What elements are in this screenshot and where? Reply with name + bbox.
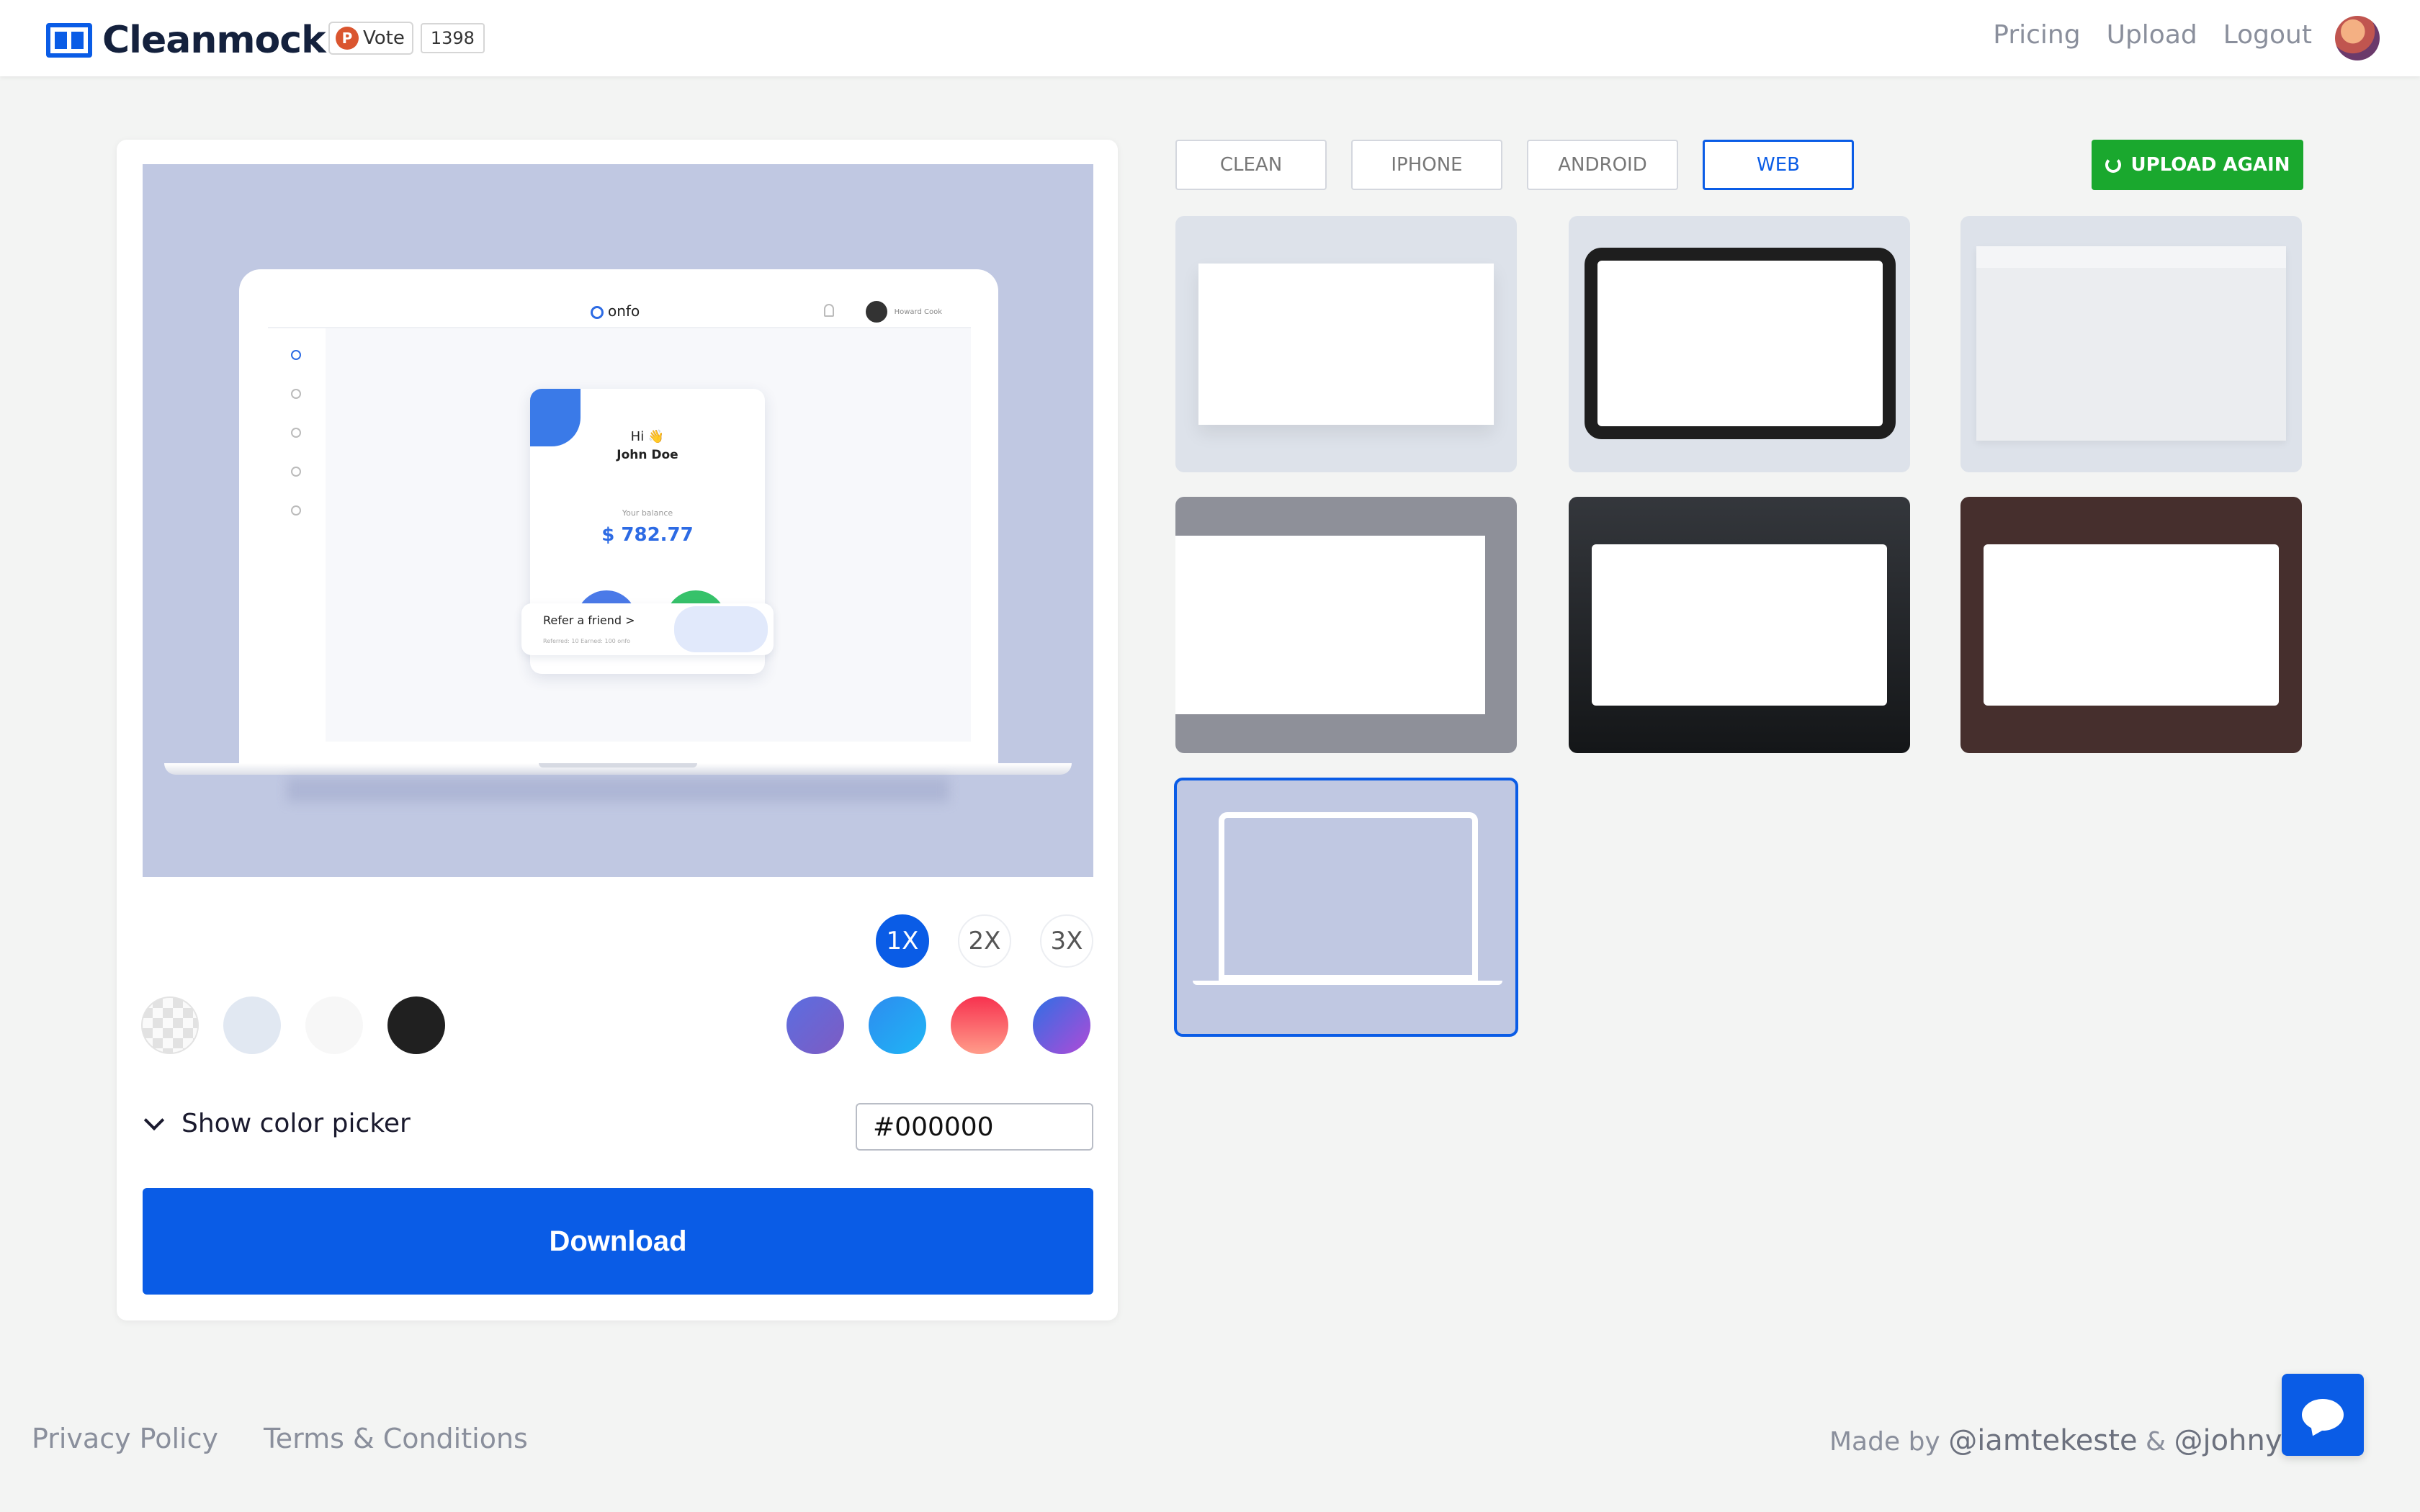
scale-2x-button[interactable]: 2X [958,914,1011,968]
template-screen [1984,544,2279,706]
swatch-transparent[interactable] [141,996,199,1054]
template-brown-frame[interactable] [1960,497,2302,753]
app-header: onfo Howard Cook [268,294,971,328]
color-picker-label: Show color picker [182,1109,411,1138]
refer-stats: Referred: 10 Earned: 100 onfo [543,638,630,644]
swatch-gradient-violet[interactable] [1033,996,1090,1054]
settings-icon [291,505,301,516]
bell-icon [824,304,834,317]
screenshot-content: onfo Howard Cook Hi 👋 John Doe Your bala… [268,294,971,742]
swatch-light-blue[interactable] [223,996,281,1054]
brand-logo[interactable]: Cleanmock [46,19,326,62]
balance-value: $ 782.77 [601,524,694,546]
vote-label: Vote [363,27,405,49]
laptop-shadow [287,778,949,802]
swatch-white[interactable] [305,996,363,1054]
cleanmock-logo-icon [46,23,92,58]
nav-upload[interactable]: Upload [2107,20,2197,50]
chevron-down-icon [143,1110,165,1130]
swatch-gradient-purple[interactable] [786,996,844,1054]
tab-android[interactable]: ANDROID [1527,140,1678,190]
template-laptop-selected[interactable] [1174,778,1518,1037]
privacy-policy-link[interactable]: Privacy Policy [32,1423,218,1454]
producthunt-badge[interactable]: P Vote 1398 [328,22,485,55]
made-by-label: Made by [1829,1427,1940,1457]
template-gray-frame[interactable] [1175,497,1517,753]
laptop-base-outline [1193,981,1502,985]
template-screen [1976,246,2286,441]
template-plain-shadow[interactable] [1175,216,1517,472]
app-user: Howard Cook [865,301,942,323]
template-tablet-black[interactable] [1569,216,1910,472]
swatch-gradient-blue[interactable] [869,996,926,1054]
swatch-gradient-red[interactable] [951,996,1008,1054]
made-by-credit: Made by @iamtekeste & @johnyv [1829,1424,2299,1457]
producthunt-vote-button[interactable]: P Vote [328,22,413,55]
laptop-notch [539,763,697,768]
user-avatar[interactable] [2335,16,2380,60]
app-brand: onfo [591,302,640,320]
author-link-2[interactable]: @johnyv [2174,1424,2300,1457]
clock-icon [291,389,301,399]
nav-logout[interactable]: Logout [2223,20,2312,50]
scale-selector: 1X 2X 3X [876,914,1093,968]
brand-name: Cleanmock [102,19,326,62]
share-icon [291,467,301,477]
template-dark-frame[interactable] [1569,497,1910,753]
main-nav: Pricing Upload Logout [1993,20,2312,50]
greeting: Hi 👋 [630,429,665,444]
tab-web[interactable]: WEB [1703,140,1854,190]
chat-icon [2302,1399,2344,1431]
terms-link[interactable]: Terms & Conditions [264,1423,528,1454]
template-screen [1585,248,1896,439]
tab-clean[interactable]: CLEAN [1175,140,1327,190]
balance-label: Your balance [622,508,673,518]
upload-again-label: UPLOAD AGAIN [2130,154,2290,176]
app-user-avatar [865,301,887,323]
author-link-1[interactable]: @iamtekeste [1948,1424,2137,1457]
top-bar: Cleanmock P Vote 1398 Pricing Upload Log… [0,0,2420,76]
home-icon [291,350,301,360]
refer-card: Refer a friend > Referred: 10 Earned: 10… [521,603,774,655]
app-sidebar [268,328,326,742]
scale-3x-button[interactable]: 3X [1040,914,1093,968]
mockup-preview: onfo Howard Cook Hi 👋 John Doe Your bala… [143,164,1093,877]
upload-again-button[interactable]: UPLOAD AGAIN [2092,140,2303,190]
app-logo-icon [591,305,604,319]
refer-illustration [674,606,768,652]
download-button[interactable]: Download [143,1188,1093,1295]
ampersand: & [2146,1427,2166,1457]
producthunt-icon: P [336,27,359,50]
nav-pricing[interactable]: Pricing [1993,20,2080,50]
hex-color-input[interactable] [856,1103,1093,1151]
scale-1x-button[interactable]: 1X [876,914,929,968]
template-screen [1198,264,1494,425]
chat-widget-button[interactable] [2282,1374,2364,1456]
editor-card: onfo Howard Cook Hi 👋 John Doe Your bala… [117,140,1118,1320]
tab-iphone[interactable]: IPHONE [1351,140,1502,190]
laptop-screen: onfo Howard Cook Hi 👋 John Doe Your bala… [239,269,998,763]
user-name: John Doe [617,448,678,462]
vote-count: 1398 [420,23,485,53]
swatch-black[interactable] [387,996,445,1054]
refer-title: Refer a friend > [543,613,635,627]
template-screen [1592,544,1887,706]
laptop-screen-outline [1219,812,1478,981]
document-icon [291,428,301,438]
show-color-picker-toggle[interactable]: Show color picker [143,1109,411,1138]
template-browser-window[interactable] [1960,216,2302,472]
template-screen [1175,536,1485,714]
refresh-icon [2105,157,2121,173]
